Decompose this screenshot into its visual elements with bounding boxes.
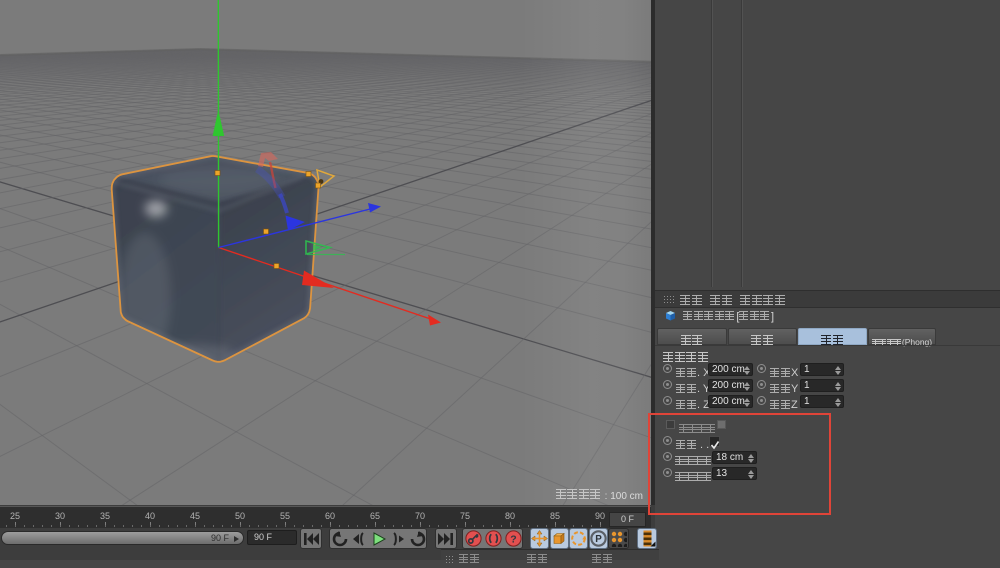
svg-text:P: P (595, 534, 602, 545)
svg-text:?: ? (510, 533, 516, 545)
